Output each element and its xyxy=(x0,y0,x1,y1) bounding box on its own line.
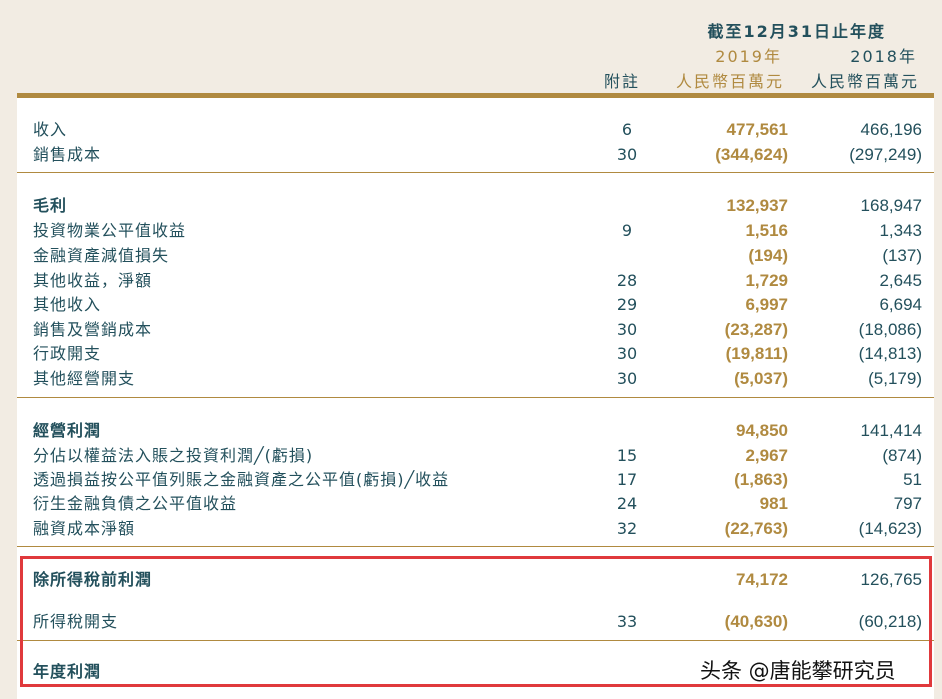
value-2019: (194) xyxy=(748,244,788,268)
row-label: 其他收益，淨額 xyxy=(33,269,152,293)
value-2019: 1,516 xyxy=(745,219,788,243)
value-2019: 1,729 xyxy=(745,269,788,293)
value-2019: (19,811) xyxy=(726,342,788,366)
divider xyxy=(17,397,934,398)
table-row: 其他收益，淨額 28 1,729 2,645 xyxy=(17,269,934,293)
unit-2019-header: 人民幣百萬元 xyxy=(676,68,784,92)
row-label: 銷售成本 xyxy=(33,143,101,167)
row-label: 分佔以權益法入賬之投資利潤╱(虧損) xyxy=(33,444,313,468)
table-row: 毛利 132,937 168,947 xyxy=(17,194,934,218)
table-row: 其他收入 29 6,997 6,694 xyxy=(17,293,934,317)
value-2019: 981 xyxy=(760,492,788,516)
value-2018: 466,196 xyxy=(861,118,922,142)
year-2018-header: 2018年 xyxy=(850,43,917,67)
divider xyxy=(17,172,934,173)
row-label: 金融資產減值損失 xyxy=(33,244,169,268)
row-label: 融資成本淨額 xyxy=(33,517,135,541)
value-2019: (1,863) xyxy=(734,468,788,492)
row-label: 衍生金融負債之公平值收益 xyxy=(33,492,237,516)
value-2018: 2,645 xyxy=(879,269,922,293)
row-note: 30 xyxy=(607,318,647,342)
value-2018: (874) xyxy=(882,444,922,468)
value-2018: (5,179) xyxy=(868,367,922,391)
row-note: 30 xyxy=(607,143,647,167)
value-2018: 51 xyxy=(903,468,922,492)
row-note: 6 xyxy=(607,118,647,142)
table-row: 行政開支 30 (19,811) (14,813) xyxy=(17,342,934,366)
period-header: 截至12月31日止年度 xyxy=(707,18,886,42)
row-label: 經營利潤 xyxy=(33,419,101,443)
value-2018: (297,249) xyxy=(849,143,922,167)
watermark: 头条 @唐能攀研究员 xyxy=(700,655,896,685)
table-row: 銷售成本 30 (344,624) (297,249) xyxy=(17,143,934,167)
row-note: 29 xyxy=(607,293,647,317)
value-2019: (5,037) xyxy=(734,367,788,391)
value-2019: (23,287) xyxy=(725,318,788,342)
table-row: 其他經營開支 30 (5,037) (5,179) xyxy=(17,367,934,391)
row-label: 投資物業公平值收益 xyxy=(33,219,186,243)
value-2019: 477,561 xyxy=(727,118,788,142)
value-2019: (344,624) xyxy=(715,143,788,167)
value-2019: 94,850 xyxy=(736,419,788,443)
row-label: 銷售及營銷成本 xyxy=(33,318,152,342)
row-note: 30 xyxy=(607,367,647,391)
value-2019: 132,937 xyxy=(727,194,788,218)
table-row: 銷售及營銷成本 30 (23,287) (18,086) xyxy=(17,318,934,342)
table-row: 衍生金融負債之公平值收益 24 981 797 xyxy=(17,492,934,516)
value-2018: 168,947 xyxy=(861,194,922,218)
value-2018: 141,414 xyxy=(861,419,922,443)
divider xyxy=(17,546,934,547)
row-label: 行政開支 xyxy=(33,342,101,366)
row-label: 收入 xyxy=(33,118,67,142)
table-row: 經營利潤 94,850 141,414 xyxy=(17,419,934,443)
row-note: 24 xyxy=(607,492,647,516)
row-note: 17 xyxy=(607,468,647,492)
value-2018: (14,813) xyxy=(859,342,922,366)
year-2019-header: 2019年 xyxy=(715,43,782,67)
table-row: 收入 6 477,561 466,196 xyxy=(17,118,934,142)
row-note: 9 xyxy=(607,219,647,243)
row-label: 其他經營開支 xyxy=(33,367,135,391)
value-2018: 1,343 xyxy=(879,219,922,243)
value-2018: (137) xyxy=(882,244,922,268)
table-row: 金融資產減值損失 (194) (137) xyxy=(17,244,934,268)
value-2018: (18,086) xyxy=(859,318,922,342)
value-2019: (22,763) xyxy=(725,517,788,541)
row-label: 其他收入 xyxy=(33,293,101,317)
unit-2018-header: 人民幣百萬元 xyxy=(811,68,919,92)
value-2018: 6,694 xyxy=(879,293,922,317)
table-row: 透過損益按公平值列賬之金融資產之公平值(虧損)╱收益 17 (1,863) 51 xyxy=(17,468,934,492)
value-2018: (14,623) xyxy=(859,517,922,541)
table-row: 投資物業公平值收益 9 1,516 1,343 xyxy=(17,219,934,243)
row-label: 毛利 xyxy=(33,194,67,218)
value-2019: 2,967 xyxy=(745,444,788,468)
row-note: 30 xyxy=(607,342,647,366)
note-column-header: 附註 xyxy=(604,68,640,92)
table-row: 分佔以權益法入賬之投資利潤╱(虧損) 15 2,967 (874) xyxy=(17,444,934,468)
row-note: 28 xyxy=(607,269,647,293)
row-note: 15 xyxy=(607,444,647,468)
row-label: 透過損益按公平值列賬之金融資產之公平值(虧損)╱收益 xyxy=(33,468,449,492)
row-note: 32 xyxy=(607,517,647,541)
value-2019: 6,997 xyxy=(745,293,788,317)
value-2018: 797 xyxy=(894,492,922,516)
table-row: 融資成本淨額 32 (22,763) (14,623) xyxy=(17,517,934,541)
